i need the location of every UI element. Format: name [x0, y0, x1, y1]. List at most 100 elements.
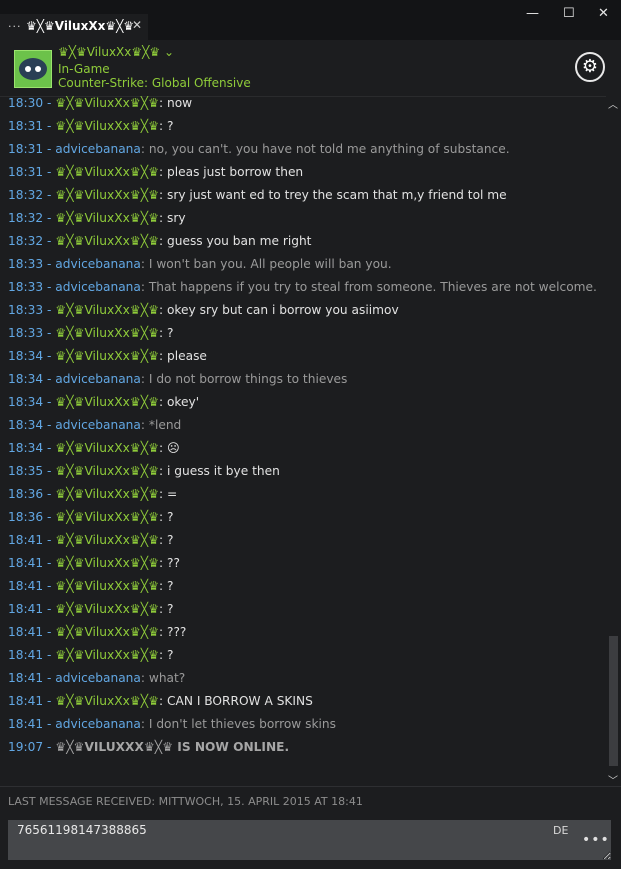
tab-close-icon[interactable]: ✕ — [132, 18, 142, 32]
message-time: 18:41 — [8, 648, 44, 662]
message-time: 18:33 — [8, 257, 44, 271]
chat-message: 18:34 - ♛╳♛ViluxXx♛╳♛: ☹ — [8, 441, 180, 455]
more-options-icon[interactable]: ••• — [582, 832, 610, 848]
avatar[interactable] — [14, 50, 52, 88]
message-sender[interactable]: ♛╳♛ViluxXx♛╳♛ — [55, 441, 159, 455]
message-separator: - — [43, 165, 56, 179]
chat-message: 18:41 - ♛╳♛ViluxXx♛╳♛: ? — [8, 602, 173, 616]
chat-message: 18:33 - ♛╳♛ViluxXx♛╳♛: okey sry but can … — [8, 303, 399, 317]
chat-message: 18:31 - advicebanana: no, you can't. you… — [8, 142, 510, 156]
message-time: 18:30 — [8, 96, 44, 110]
message-sender[interactable]: ♛╳♛ViluxXx♛╳♛ — [55, 395, 159, 409]
tab-menu-icon[interactable]: ... — [8, 17, 22, 30]
settings-gear-icon[interactable]: ⚙ — [575, 52, 605, 82]
message-text: : = — [159, 487, 178, 501]
message-separator: - — [43, 257, 56, 271]
chat-message: 18:32 - ♛╳♛ViluxXx♛╳♛: sry just want ed … — [8, 188, 507, 202]
message-text: : ? — [159, 579, 174, 593]
message-sender[interactable]: ♛╳♛ViluxXx♛╳♛ — [55, 303, 159, 317]
message-sender[interactable]: ♛╳♛ViluxXx♛╳♛ — [55, 625, 159, 639]
chat-tab[interactable]: ... ♛╳♛ViluxXx♛╳♛ ✕ — [0, 14, 148, 40]
message-time: 18:41 — [8, 533, 44, 547]
minimize-button[interactable]: — — [526, 6, 539, 21]
avatar-eye — [25, 66, 31, 72]
message-sender[interactable]: ♛╳♛ViluxXx♛╳♛ — [55, 349, 159, 363]
message-sender[interactable]: ♛╳♛ViluxXx♛╳♛ — [55, 602, 159, 616]
friend-header: ♛╳♛ViluxXx♛╳♛ ⌄ In-Game Counter-Strike: … — [0, 40, 621, 97]
chat-message: 18:35 - ♛╳♛ViluxXx♛╳♛: i guess it bye th… — [8, 464, 280, 478]
message-sender[interactable]: ♛╳♛ViluxXx♛╳♛ — [55, 487, 159, 501]
message-text: : okey sry but can i borrow you asiimov — [159, 303, 399, 317]
message-sender[interactable]: ♛╳♛ViluxXx♛╳♛ — [55, 234, 159, 248]
message-separator: - — [43, 188, 56, 202]
message-separator: - — [43, 464, 56, 478]
message-time: 18:32 — [8, 211, 44, 225]
message-sender[interactable]: ♛╳♛ViluxXx♛╳♛ — [55, 188, 159, 202]
message-separator: - — [43, 671, 56, 685]
message-time: 18:41 — [8, 602, 44, 616]
message-sender[interactable]: advicebanana — [55, 717, 141, 731]
message-sender[interactable]: ♛╳♛ViluxXx♛╳♛ — [55, 211, 159, 225]
message-sender[interactable]: advicebanana — [55, 671, 141, 685]
chat-message: 18:33 - advicebanana: I won't ban you. A… — [8, 257, 392, 271]
close-button[interactable]: ✕ — [598, 6, 609, 21]
message-sender[interactable]: ♛╳♛ViluxXx♛╳♛ — [55, 694, 159, 708]
message-text: : guess you ban me right — [159, 234, 312, 248]
message-separator: - — [43, 349, 56, 363]
message-sender[interactable]: ♛╳♛ViluxXx♛╳♛ — [55, 326, 159, 340]
scrollbar[interactable]: ︿ ﹀ — [606, 96, 621, 787]
message-sender[interactable]: ♛╳♛ViluxXx♛╳♛ — [55, 648, 159, 662]
message-sender[interactable]: advicebanana — [55, 280, 141, 294]
system-separator: - — [43, 740, 56, 754]
message-text: : I won't ban you. All people will ban y… — [140, 257, 392, 271]
message-sender[interactable]: advicebanana — [55, 418, 141, 432]
chat-log[interactable]: 18:30 - ♛╳♛ViluxXx♛╳♛: now 18:31 - ♛╳♛Vil… — [0, 96, 606, 786]
chat-message: 18:31 - ♛╳♛ViluxXx♛╳♛: ? — [8, 119, 173, 133]
chat-message: 18:34 - advicebanana: I do not borrow th… — [8, 372, 347, 386]
maximize-button[interactable]: ☐ — [563, 6, 575, 21]
chat-message: 18:30 - ♛╳♛ViluxXx♛╳♛: now — [8, 96, 192, 110]
avatar-eye — [35, 66, 41, 72]
message-separator: - — [43, 303, 56, 317]
message-sender[interactable]: ♛╳♛ViluxXx♛╳♛ — [55, 510, 159, 524]
friend-name[interactable]: ♛╳♛ViluxXx♛╳♛ ⌄ — [58, 45, 174, 59]
message-sender[interactable]: ♛╳♛ViluxXx♛╳♛ — [55, 556, 159, 570]
message-time: 18:33 — [8, 326, 44, 340]
message-separator: - — [43, 142, 56, 156]
message-separator: - — [43, 602, 56, 616]
message-text: : ? — [159, 533, 174, 547]
friend-game: Counter-Strike: Global Offensive — [58, 76, 251, 90]
message-sender[interactable]: ♛╳♛ViluxXx♛╳♛ — [55, 533, 159, 547]
message-sender[interactable]: ♛╳♛ViluxXx♛╳♛ — [55, 165, 159, 179]
message-sender[interactable]: ♛╳♛ViluxXx♛╳♛ — [55, 579, 159, 593]
tab-title: ♛╳♛ViluxXx♛╳♛ — [26, 19, 135, 33]
message-sender[interactable]: ♛╳♛ViluxXx♛╳♛ — [55, 464, 159, 478]
message-sender[interactable]: ♛╳♛ViluxXx♛╳♛ — [55, 96, 159, 110]
message-text: : sry — [159, 211, 186, 225]
message-separator: - — [43, 694, 56, 708]
scroll-up-icon[interactable]: ︿ — [608, 96, 618, 111]
message-time: 18:34 — [8, 349, 44, 363]
scroll-down-icon[interactable]: ﹀ — [608, 772, 618, 787]
message-separator: - — [43, 625, 56, 639]
message-sender[interactable]: ♛╳♛ViluxXx♛╳♛ — [55, 119, 159, 133]
chat-message: 18:41 - advicebanana: what? — [8, 671, 185, 685]
message-text: : I don't let thieves borrow skins — [140, 717, 336, 731]
input-area: 76561198147388865 DE ••• — [0, 814, 621, 869]
scroll-thumb[interactable] — [609, 636, 618, 766]
message-input[interactable]: 76561198147388865 — [8, 820, 611, 860]
message-separator: - — [43, 510, 56, 524]
message-sender[interactable]: advicebanana — [55, 372, 141, 386]
message-text: : no, you can't. you have not told me an… — [140, 142, 510, 156]
message-time: 18:32 — [8, 188, 44, 202]
message-separator: - — [43, 211, 56, 225]
message-text: : ? — [159, 510, 174, 524]
message-text: : i guess it bye then — [159, 464, 280, 478]
message-text: : what? — [140, 671, 186, 685]
chat-message: 18:31 - ♛╳♛ViluxXx♛╳♛: pleas just borrow… — [8, 165, 303, 179]
message-sender[interactable]: advicebanana — [55, 257, 141, 271]
message-sender[interactable]: advicebanana — [55, 142, 141, 156]
message-separator: - — [43, 441, 56, 455]
chat-message: 18:41 - ♛╳♛ViluxXx♛╳♛: ??? — [8, 625, 186, 639]
message-text: : now — [159, 96, 193, 110]
